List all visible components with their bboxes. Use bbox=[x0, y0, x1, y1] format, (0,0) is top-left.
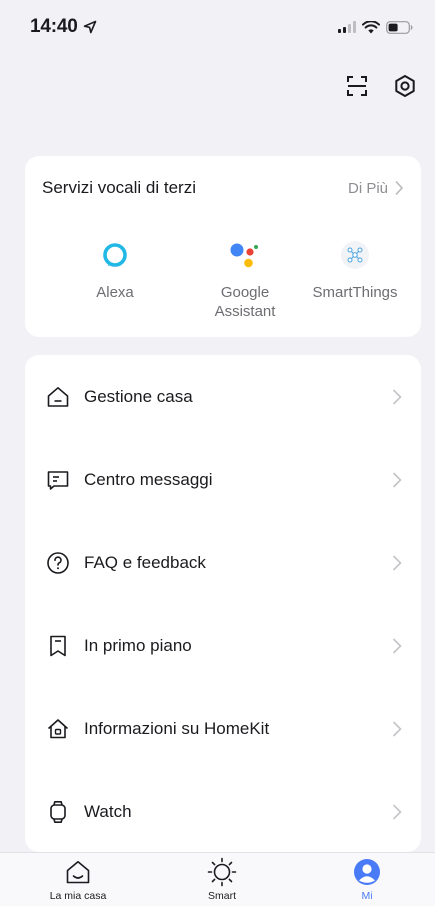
service-alexa[interactable]: Alexa bbox=[55, 238, 175, 302]
chevron-right-icon bbox=[392, 637, 402, 654]
menu-item-label: FAQ e feedback bbox=[84, 552, 206, 572]
chevron-right-icon bbox=[392, 471, 402, 488]
menu-item-message-center[interactable]: Centro messaggi bbox=[25, 438, 421, 521]
menu-item-featured[interactable]: In primo piano bbox=[25, 604, 421, 687]
status-icons bbox=[338, 20, 413, 34]
menu-item-home-management[interactable]: Gestione casa bbox=[25, 355, 421, 438]
google-assistant-icon bbox=[228, 238, 262, 272]
service-label: Alexa bbox=[96, 284, 134, 301]
more-link[interactable]: Di Più bbox=[348, 180, 404, 197]
chevron-right-icon bbox=[392, 388, 402, 405]
top-actions bbox=[343, 72, 419, 100]
tab-label: Mi bbox=[361, 890, 373, 902]
status-time: 14:40 bbox=[30, 16, 97, 38]
tab-me[interactable]: Mi bbox=[312, 857, 422, 902]
tab-my-home[interactable]: La mia casa bbox=[23, 857, 133, 902]
scan-icon bbox=[347, 76, 367, 96]
service-smartthings[interactable]: SmartThings bbox=[295, 238, 415, 302]
settings-menu-card: Gestione casa Centro messaggi FAQ e feed… bbox=[25, 355, 421, 852]
status-bar: 14:40 bbox=[0, 0, 435, 54]
gear-icon bbox=[395, 75, 415, 97]
more-label: Di Più bbox=[347, 179, 388, 197]
settings-button[interactable] bbox=[391, 72, 419, 100]
voice-services-title: Servizi vocali di terzi bbox=[42, 178, 196, 197]
menu-item-homekit-info[interactable]: Informazioni su HomeKit bbox=[25, 687, 421, 770]
menu-item-watch[interactable]: Watch bbox=[25, 770, 421, 853]
menu-item-label: Informazioni su HomeKit bbox=[84, 718, 270, 738]
tab-label: Smart bbox=[207, 890, 236, 902]
profile-icon bbox=[352, 857, 382, 887]
scan-button[interactable] bbox=[343, 72, 371, 100]
smartthings-icon bbox=[338, 238, 372, 272]
bookmark-icon bbox=[45, 633, 71, 659]
chevron-right-icon bbox=[392, 720, 402, 737]
tab-bar: La mia casa Smart Mi bbox=[0, 852, 435, 906]
watch-icon bbox=[45, 799, 71, 825]
chevron-right-icon bbox=[392, 554, 402, 571]
cellular-signal-icon bbox=[338, 21, 356, 33]
alexa-icon bbox=[98, 238, 132, 272]
menu-item-label: Watch bbox=[84, 801, 132, 821]
chevron-right-icon bbox=[395, 180, 404, 196]
service-label: Google Assistant bbox=[214, 284, 276, 320]
question-icon bbox=[45, 550, 71, 576]
home-icon bbox=[45, 384, 71, 410]
tab-label: La mia casa bbox=[49, 890, 107, 902]
location-arrow-icon bbox=[83, 20, 96, 34]
menu-item-label: Gestione casa bbox=[84, 386, 193, 406]
voice-services-card: Servizi vocali di terzi Di Più Alexa Goo… bbox=[25, 156, 421, 337]
voice-services-header: Servizi vocali di terzi Di Più bbox=[42, 178, 404, 198]
menu-item-label: Centro messaggi bbox=[84, 469, 213, 489]
service-google-assistant[interactable]: Google Assistant bbox=[185, 238, 305, 321]
service-label: SmartThings bbox=[312, 284, 398, 301]
time-text: 14:40 bbox=[30, 16, 78, 37]
homekit-icon bbox=[45, 716, 71, 742]
tab-smart[interactable]: Smart bbox=[167, 857, 277, 902]
voice-services-list: Alexa Google Assistant SmartThings bbox=[25, 238, 421, 328]
menu-item-faq-feedback[interactable]: FAQ e feedback bbox=[25, 521, 421, 604]
home-tab-icon bbox=[63, 857, 93, 887]
menu-item-label: In primo piano bbox=[84, 635, 192, 655]
battery-icon bbox=[386, 20, 413, 34]
sun-icon bbox=[207, 857, 237, 887]
message-icon bbox=[45, 467, 71, 493]
wifi-icon bbox=[362, 20, 380, 33]
chevron-right-icon bbox=[392, 803, 402, 820]
